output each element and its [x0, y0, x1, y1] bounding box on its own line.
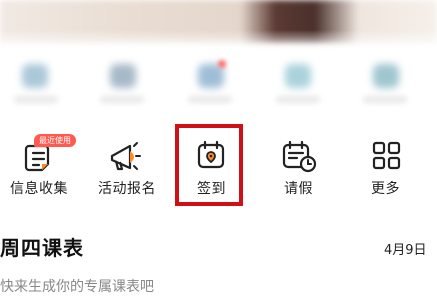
quick-action-label: 更多 [371, 181, 400, 197]
blurred-dot [218, 60, 226, 68]
calendar-clock-icon [280, 138, 317, 173]
quick-action-leave[interactable]: 请假 [268, 130, 338, 200]
quick-action-activity-signup[interactable]: 活动报名 [90, 130, 170, 200]
quick-action-more[interactable]: 更多 [355, 130, 425, 200]
blurred-app-label [14, 96, 58, 103]
quick-action-label: 请假 [284, 181, 313, 197]
blurred-app-label [100, 96, 144, 103]
blurred-app-label [363, 96, 407, 103]
schedule-hint[interactable]: 快来生成你的专属课表吧 [0, 276, 154, 296]
grid-icon [371, 140, 405, 174]
blurred-app-label [276, 96, 320, 103]
blurred-app-icon[interactable] [285, 64, 311, 88]
highlight-box [175, 124, 243, 206]
recent-badge: 最近使用 [34, 134, 76, 147]
blurred-app-icon[interactable] [22, 64, 48, 88]
quick-action-label: 活动报名 [98, 181, 156, 197]
schedule-date[interactable]: 4月9日 [384, 239, 427, 258]
megaphone-icon [108, 140, 142, 174]
blurred-app-icon[interactable] [110, 64, 136, 88]
document-chat-icon [22, 142, 56, 176]
blurred-app-row [0, 56, 437, 103]
schedule-title: 周四课表 [0, 236, 84, 260]
blurred-app-label [188, 96, 232, 103]
quick-action-label: 信息收集 [10, 181, 68, 197]
banner-fade [0, 30, 437, 52]
blurred-app-icon[interactable] [373, 64, 399, 88]
